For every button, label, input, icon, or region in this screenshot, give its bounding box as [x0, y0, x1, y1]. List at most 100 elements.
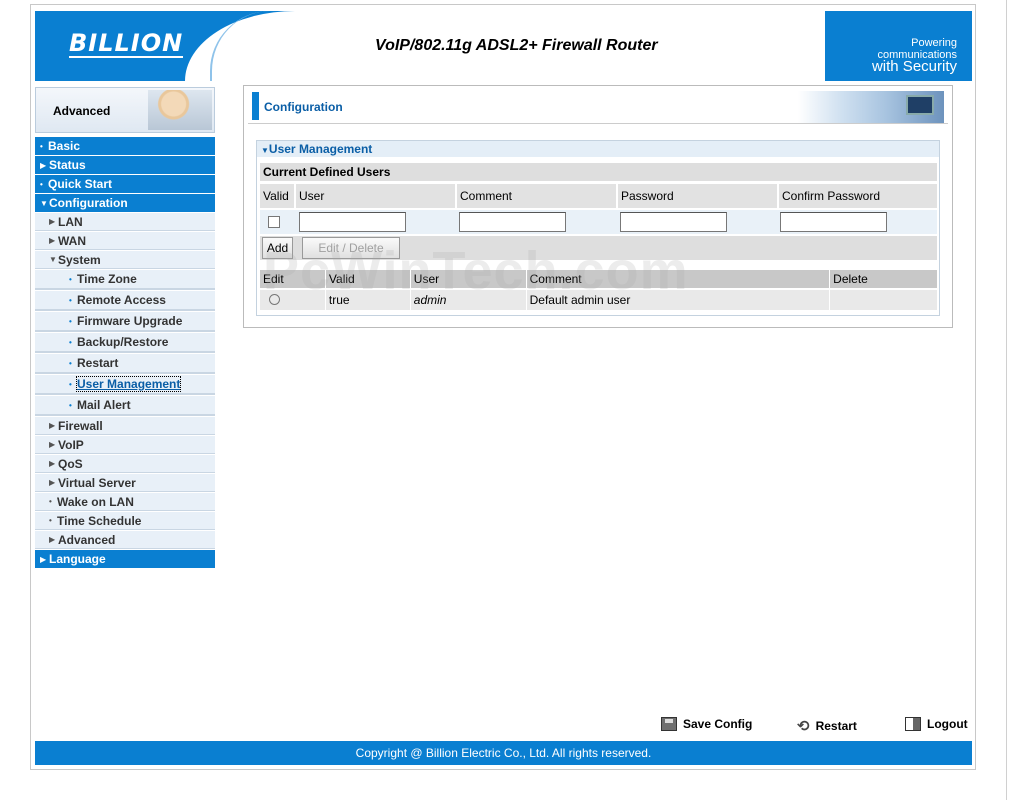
col-edit: Edit — [260, 270, 325, 288]
sidebar-item-wan[interactable]: ▶ WAN — [35, 232, 215, 250]
comment-input[interactable] — [459, 212, 567, 232]
sidebar-item-quick-start[interactable]: • Quick Start — [35, 175, 215, 193]
chevron-right-icon: ▶ — [49, 421, 56, 430]
scrollbar[interactable] — [1006, 0, 1022, 800]
col-password: Password — [618, 184, 777, 208]
row-delete — [830, 290, 937, 310]
sidebar-item-time-schedule[interactable]: • Time Schedule — [35, 512, 215, 530]
banner-swoosh-line — [210, 11, 270, 81]
row-user: admin — [410, 290, 526, 310]
sidebar-item-configuration[interactable]: ▼ Configuration — [35, 194, 215, 212]
chevron-down-icon: ▼ — [261, 146, 269, 155]
section-title: Configuration — [264, 100, 343, 114]
panel-title[interactable]: ▼User Management — [257, 141, 939, 157]
form-input-row — [260, 210, 937, 234]
tagline: Powering communications with Security — [847, 37, 957, 75]
sidebar-item-restart[interactable]: • Restart — [35, 354, 215, 374]
col-comment: Comment — [526, 270, 830, 288]
bullet-icon: • — [49, 516, 52, 525]
bottom-toolbar: Save Config ⟲ Restart Logout — [661, 717, 973, 737]
chevron-right-icon: ▶ — [49, 478, 56, 487]
bullet-icon: • — [69, 400, 72, 410]
sidebar-item-advanced[interactable]: ▶ Advanced — [35, 531, 215, 549]
logout-button[interactable]: Logout — [905, 717, 968, 731]
section-header: Configuration — [248, 90, 948, 124]
row-valid: true — [325, 290, 410, 310]
sidebar-item-user-management[interactable]: • User Management — [35, 375, 215, 395]
copyright-footer: Copyright @ Billion Electric Co., Ltd. A… — [35, 741, 972, 765]
sidebar-item-voip[interactable]: ▶ VoIP — [35, 436, 215, 454]
logout-icon — [905, 717, 921, 731]
table-row: true admin Default admin user — [260, 290, 937, 310]
add-button[interactable]: Add — [262, 237, 293, 259]
chevron-right-icon: ▶ — [40, 554, 47, 564]
restart-icon: ⟲ — [797, 718, 810, 735]
edit-delete-button[interactable]: Edit / Delete — [302, 237, 400, 259]
sidebar-item-firmware-upgrade[interactable]: • Firmware Upgrade — [35, 312, 215, 332]
main-content: Configuration ▼User Management Current D… — [243, 85, 953, 328]
bullet-icon: • — [69, 358, 72, 368]
chevron-right-icon: ▶ — [49, 535, 56, 544]
col-comment: Comment — [457, 184, 616, 208]
sidebar-item-time-zone[interactable]: • Time Zone — [35, 270, 215, 290]
bullet-icon: • — [69, 337, 72, 347]
save-config-button[interactable]: Save Config — [661, 717, 752, 731]
button-row: Add Edit / Delete — [260, 236, 937, 260]
bullet-icon: • — [40, 179, 43, 189]
sidebar-nav: Advanced • Basic ▶ Status • Quick Start ▼ Co… — [35, 87, 215, 569]
col-delete: Delete — [830, 270, 937, 288]
current-users-subheader: Current Defined Users — [260, 163, 937, 181]
bullet-icon: • — [49, 497, 52, 506]
user-input[interactable] — [298, 212, 406, 232]
tagline-bottom: with Security — [871, 58, 957, 75]
browser-frame: BILLION VoIP/802.11g ADSL2+ Firewall Rou… — [30, 4, 976, 770]
sidebar-item-remote-access[interactable]: • Remote Access — [35, 291, 215, 311]
sidebar-item-system[interactable]: ▼ System — [35, 251, 215, 269]
col-confirm-password: Confirm Password — [779, 184, 937, 208]
billion-logo: BILLION — [69, 29, 184, 58]
bullet-icon: • — [69, 274, 72, 284]
sidebar-item-firewall[interactable]: ▶ Firewall — [35, 417, 215, 435]
bullet-icon: • — [69, 316, 72, 326]
chevron-right-icon: ▶ — [49, 459, 56, 468]
mode-banner-image — [148, 90, 212, 130]
chevron-down-icon: ▼ — [40, 198, 48, 208]
mode-label: Advanced — [53, 104, 111, 118]
chevron-right-icon: ▶ — [49, 236, 56, 245]
valid-checkbox[interactable] — [268, 216, 280, 228]
form-header-row: Valid User Comment Password Confirm Pass… — [260, 184, 937, 208]
section-accent-bar — [252, 92, 259, 120]
sidebar-item-virtual-server[interactable]: ▶ Virtual Server — [35, 474, 215, 492]
bullet-icon: • — [69, 295, 72, 305]
sidebar-item-basic[interactable]: • Basic — [35, 137, 215, 155]
section-header-image — [798, 91, 944, 123]
sidebar-item-status[interactable]: ▶ Status — [35, 156, 215, 174]
bullet-icon: • — [40, 141, 43, 151]
edit-radio[interactable] — [269, 294, 280, 305]
monitor-icon — [906, 95, 934, 115]
sidebar-item-lan[interactable]: ▶ LAN — [35, 213, 215, 231]
restart-button[interactable]: ⟲ Restart — [797, 717, 857, 735]
col-user: User — [296, 184, 455, 208]
sidebar-item-wake-on-lan[interactable]: • Wake on LAN — [35, 493, 215, 511]
sidebar-item-language[interactable]: ▶ Language — [35, 550, 215, 568]
chevron-right-icon: ▶ — [40, 160, 47, 170]
row-comment: Default admin user — [526, 290, 830, 310]
router-title: VoIP/802.11g ADSL2+ Firewall Router — [375, 37, 658, 54]
save-config-icon — [661, 717, 677, 731]
sidebar-item-backup-restore[interactable]: • Backup/Restore — [35, 333, 215, 353]
col-user: User — [410, 270, 526, 288]
user-management-panel: ▼User Management Current Defined Users V… — [256, 140, 940, 316]
chevron-right-icon: ▶ — [49, 217, 56, 226]
mode-banner: Advanced — [35, 87, 215, 133]
chevron-down-icon: ▼ — [49, 255, 57, 264]
password-input[interactable] — [619, 212, 727, 232]
user-list-header: Edit Valid User Comment Delete — [260, 270, 937, 288]
chevron-right-icon: ▶ — [49, 440, 56, 449]
sidebar-item-mail-alert[interactable]: • Mail Alert — [35, 396, 215, 416]
sidebar-item-qos[interactable]: ▶ QoS — [35, 455, 215, 473]
confirm-password-input[interactable] — [780, 212, 888, 232]
col-valid: Valid — [325, 270, 410, 288]
col-valid: Valid — [260, 184, 294, 208]
banner: BILLION VoIP/802.11g ADSL2+ Firewall Rou… — [35, 11, 972, 81]
